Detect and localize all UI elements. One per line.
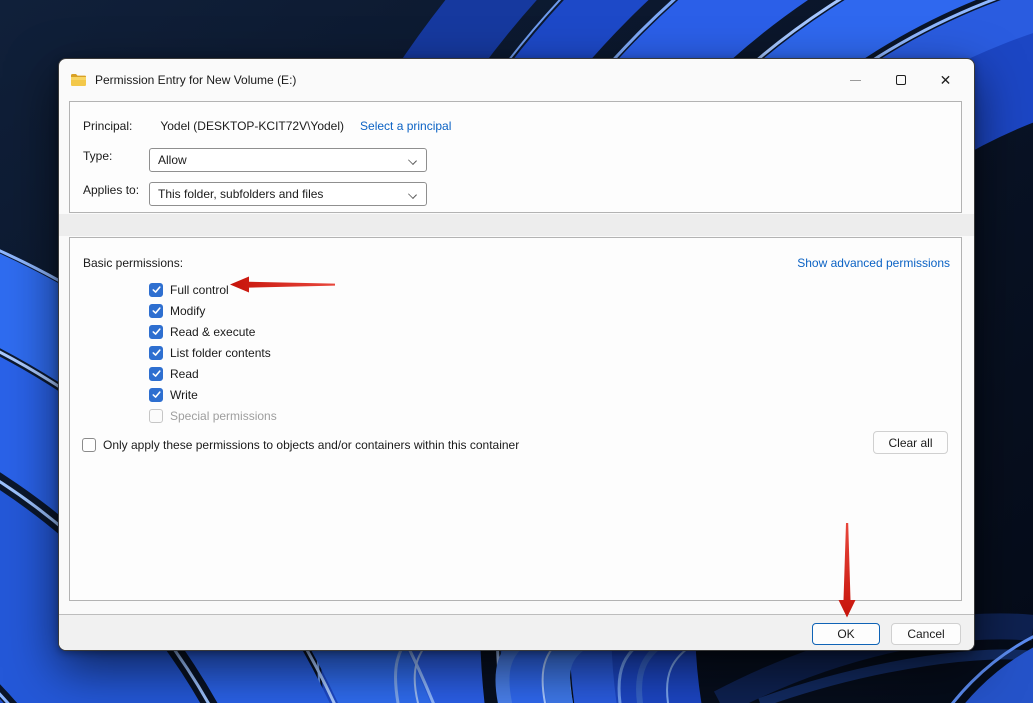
maximize-button[interactable] <box>878 59 923 101</box>
only-apply-label: Only apply these permissions to objects … <box>103 438 520 452</box>
permission-entry-dialog: Permission Entry for New Volume (E:) ✕ P… <box>58 58 975 651</box>
close-icon: ✕ <box>939 72 952 88</box>
principal-value: Yodel (DESKTOP-KCIT72V\Yodel) <box>160 119 345 133</box>
type-dropdown-value: Allow <box>158 153 187 167</box>
title-bar[interactable]: Permission Entry for New Volume (E:) ✕ <box>59 59 974 101</box>
permission-label: Full control <box>170 282 229 297</box>
permission-checkbox[interactable] <box>149 366 163 381</box>
basic-permissions-heading: Basic permissions: <box>83 256 184 270</box>
panel-separator <box>59 214 974 236</box>
permission-label: Read <box>170 366 199 381</box>
clear-all-label: Clear all <box>888 435 933 450</box>
type-dropdown[interactable]: Allow <box>149 148 427 172</box>
maximize-icon <box>895 75 906 85</box>
select-a-principal-link[interactable]: Select a principal <box>360 119 451 133</box>
permission-checkbox-row[interactable]: Write <box>149 384 277 405</box>
basic-permissions-panel: Basic permissions: Show advanced permiss… <box>69 237 962 601</box>
permission-checkbox-row[interactable]: Special permissions <box>149 405 277 426</box>
permission-checkbox-row[interactable]: Read & execute <box>149 321 277 342</box>
permission-checkbox[interactable] <box>149 387 163 402</box>
permission-checkbox[interactable] <box>149 282 163 297</box>
cancel-label: Cancel <box>907 627 945 641</box>
permission-checkbox-row[interactable]: Modify <box>149 300 277 321</box>
permission-checkbox[interactable] <box>149 324 163 339</box>
permission-checkbox[interactable] <box>149 408 163 423</box>
only-apply-row[interactable]: Only apply these permissions to objects … <box>82 438 519 452</box>
applies-to-label: Applies to: <box>83 183 140 197</box>
ok-button[interactable]: OK <box>812 623 880 645</box>
permission-checkbox[interactable] <box>149 303 163 318</box>
only-apply-checkbox[interactable] <box>82 438 96 452</box>
ok-label: OK <box>837 627 855 641</box>
permission-list: Full control Modify Read & execute List … <box>149 279 277 426</box>
permission-label: List folder contents <box>170 345 271 360</box>
permission-checkbox-row[interactable]: Full control <box>149 279 277 300</box>
chevron-down-icon <box>408 190 417 199</box>
principal-section-panel: Principal: Yodel (DESKTOP-KCIT72V\Yodel)… <box>69 101 962 213</box>
clear-all-button[interactable]: Clear all <box>873 431 948 454</box>
window-title: Permission Entry for New Volume (E:) <box>95 73 297 87</box>
show-advanced-permissions-link[interactable]: Show advanced permissions <box>797 256 950 270</box>
cancel-button[interactable]: Cancel <box>891 623 961 645</box>
chevron-down-icon <box>408 156 417 165</box>
permission-checkbox[interactable] <box>149 345 163 360</box>
permission-checkbox-row[interactable]: List folder contents <box>149 342 277 363</box>
permission-label: Write <box>170 387 198 402</box>
desktop: Permission Entry for New Volume (E:) ✕ P… <box>0 0 1033 703</box>
type-label: Type: <box>83 149 113 163</box>
permission-label: Modify <box>170 303 206 318</box>
folder-icon <box>71 74 86 86</box>
principal-label: Principal: <box>83 119 133 133</box>
minimize-icon <box>850 79 861 81</box>
permission-label: Read & execute <box>170 324 256 339</box>
permission-label: Special permissions <box>170 408 277 423</box>
permission-checkbox-row[interactable]: Read <box>149 363 277 384</box>
applies-to-dropdown[interactable]: This folder, subfolders and files <box>149 182 427 206</box>
applies-to-dropdown-value: This folder, subfolders and files <box>158 187 324 201</box>
close-button[interactable]: ✕ <box>923 59 968 101</box>
minimize-button[interactable] <box>833 59 878 101</box>
